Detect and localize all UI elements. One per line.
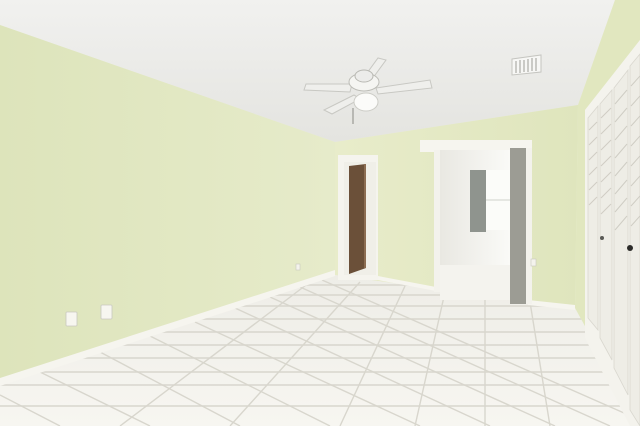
doorway-left-jamb	[434, 150, 440, 292]
door-edge-highlight	[364, 164, 366, 268]
outlet-left-small	[295, 263, 301, 271]
ceiling-light	[353, 92, 379, 112]
electrical-outlet	[65, 311, 78, 327]
outlet-back-wall	[530, 258, 537, 267]
fan-blade-1	[303, 83, 353, 93]
fan-hub	[354, 69, 374, 83]
room-photo	[0, 0, 640, 426]
closet-knob	[627, 245, 633, 251]
air-vent	[511, 54, 542, 76]
doorway-right-jamb	[510, 148, 528, 304]
closet-knob-2	[600, 236, 604, 240]
doorway-right-trim	[526, 148, 532, 304]
interior-door	[349, 164, 366, 274]
electrical-outlet-2	[100, 304, 113, 320]
next-room-floor	[440, 265, 510, 300]
curtain	[470, 170, 486, 232]
